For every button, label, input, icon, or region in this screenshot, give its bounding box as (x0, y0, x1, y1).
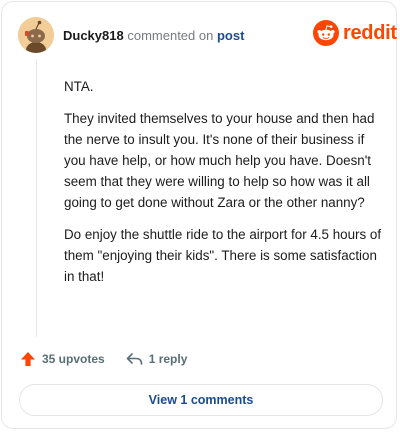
comment-header: Ducky818 commented on post (63, 28, 244, 43)
reddit-logo[interactable]: reddit (313, 20, 397, 46)
view-comments-button[interactable]: View 1 comments (19, 384, 383, 416)
avatar[interactable] (18, 17, 54, 53)
upvote-button[interactable]: 35 upvotes (20, 351, 105, 367)
reply-count: 1 reply (148, 352, 188, 366)
username-link[interactable]: Ducky818 (63, 28, 124, 43)
comment-paragraph: They invited themselves to your house an… (64, 111, 375, 210)
upvote-count: 35 upvotes (42, 352, 105, 366)
comment-body: NTA. They invited themselves to your hou… (64, 76, 384, 298)
reply-arrow-icon (126, 353, 143, 365)
snoo-avatar-icon (18, 17, 54, 53)
comment-paragraph: Do enjoy the shuttle ride to the airport… (64, 227, 382, 284)
reddit-wordmark: reddit (343, 22, 397, 44)
reddit-snoo-icon (313, 20, 339, 46)
upvote-arrow-icon (21, 352, 35, 366)
comment-paragraph: NTA. (64, 79, 94, 94)
reply-button[interactable]: 1 reply (126, 352, 188, 366)
post-link[interactable]: post (217, 28, 244, 43)
comment-card: Ducky818 commented on post reddit NTA. T… (1, 1, 397, 429)
thread-line[interactable] (36, 59, 37, 337)
comment-actions: 35 upvotes 1 reply (20, 351, 187, 367)
action-text: commented on (127, 28, 214, 43)
